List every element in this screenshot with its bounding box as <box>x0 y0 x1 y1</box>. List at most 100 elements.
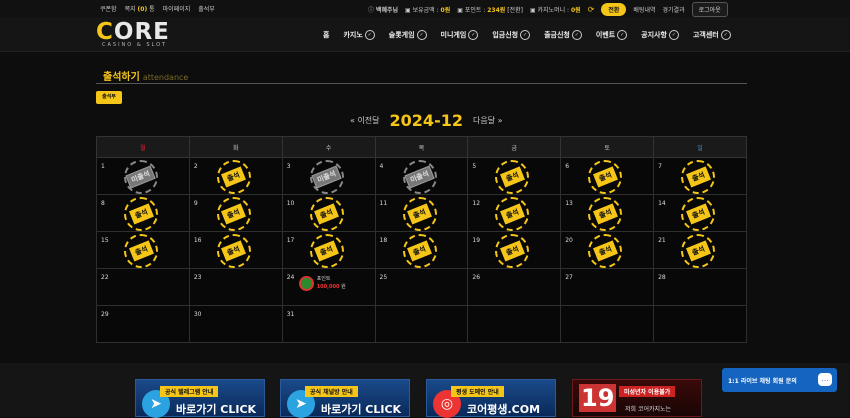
calendar-day-cell: 27 <box>560 268 655 306</box>
calendar-day-cell: 26 <box>467 268 562 306</box>
next-month-link[interactable]: 다음달 » <box>473 115 503 126</box>
calendar-day-cell: 10 출석 <box>281 194 376 232</box>
day-number: 4 <box>379 163 384 170</box>
weekday-header: 화 <box>188 136 283 158</box>
nav-item[interactable]: 공지사항 ✓ <box>641 30 679 40</box>
calendar-day-cell: 25 <box>374 268 469 306</box>
age-restriction-icon: 19 <box>579 384 617 412</box>
calendar-day-cell: 11 출석 <box>374 194 469 232</box>
nav-item[interactable]: 고객센터 ✓ <box>693 30 731 40</box>
day-number: 21 <box>658 237 666 244</box>
calendar-day-cell: 16 출석 <box>188 231 283 269</box>
banner-text: 코어평생.COM <box>467 403 541 416</box>
weekday-header: 수 <box>281 136 376 158</box>
calendar-day-cell: 30 <box>188 305 283 343</box>
attended-stamp: 출석 <box>588 197 623 231</box>
prev-month-link[interactable]: « 이전달 <box>350 115 380 126</box>
calendar-day-cell: 8 출석 <box>96 194 190 232</box>
chevron-down-icon: ✓ <box>720 30 731 40</box>
attended-stamp: 출석 <box>681 197 716 231</box>
nav-item[interactable]: 출금신청 ✓ <box>544 30 582 40</box>
attended-stamp: 출석 <box>495 234 530 268</box>
promo-banner[interactable]: ➤ 공식 텔레그램 안내 바로가기 CLICK <box>135 379 265 418</box>
calendar-day-cell: 31 <box>281 305 376 343</box>
calendar-day-cell: 19 출석 <box>467 231 562 269</box>
day-number: 3 <box>286 163 291 170</box>
month-navigator: « 이전달 2024-12 다음달 » <box>350 111 503 130</box>
day-number: 11 <box>379 200 388 207</box>
day-number: 25 <box>379 274 388 281</box>
attendance-calendar: 월화수목금토일 1 미출석 2 출석 3 미출석 4 미출석 5 출석 6 출석 7 출석 8 출석 9 출석 10… <box>96 136 747 343</box>
attended-stamp: 출석 <box>495 160 530 194</box>
refresh-icon[interactable]: ⟳ <box>588 5 595 14</box>
calendar-day-cell <box>560 305 655 343</box>
promo-banner[interactable]: ◎ 평생 도메인 안내 코어평생.COM <box>426 379 556 418</box>
chevron-down-icon: ✓ <box>617 30 628 40</box>
day-number: 26 <box>472 274 481 281</box>
nav-item[interactable]: 이벤트 ✓ <box>595 30 628 40</box>
nav-item[interactable]: 카지노 ✓ <box>343 30 375 40</box>
logout-button[interactable]: 로그아웃 <box>691 2 728 17</box>
attended-stamp: 출석 <box>402 197 437 231</box>
mypage-link[interactable]: 마이페이지 <box>163 4 191 13</box>
message-link[interactable]: 쪽지 (0) 통 <box>125 4 155 13</box>
calendar-day-cell: 9 출석 <box>188 194 283 232</box>
points-convert-link[interactable]: [전환] <box>507 7 523 14</box>
nav-item-label: 슬롯게임 <box>388 31 415 39</box>
day-number: 16 <box>193 237 202 244</box>
day-number: 6 <box>565 163 570 170</box>
nav-item[interactable]: 홈 <box>323 30 329 40</box>
nav-item[interactable]: 미니게임 ✓ <box>441 30 479 40</box>
chevron-down-icon: ✓ <box>364 30 375 40</box>
day-number: 28 <box>658 274 666 281</box>
convert-button[interactable]: 전환 <box>601 3 627 16</box>
bet-history-link[interactable]: 배팅내역 <box>633 5 655 14</box>
attendance-button[interactable]: 출석부 <box>96 91 122 104</box>
chevron-down-icon: ✓ <box>571 30 582 40</box>
weekday-header: 토 <box>560 136 655 158</box>
promo-banner[interactable]: ➤ 공식 채널방 안내 바로가기 CLICK <box>280 379 410 418</box>
nav-item[interactable]: 입금신청 ✓ <box>492 30 531 40</box>
coupon-link[interactable]: 쿠폰함 <box>100 4 117 13</box>
logo[interactable]: CORE CASINO & SLOT <box>96 21 170 49</box>
day-number: 29 <box>101 311 109 318</box>
banner-title: 미성년자 이용불가 <box>619 386 676 397</box>
day-number: 12 <box>472 200 481 207</box>
day-number: 2 <box>193 163 198 170</box>
day-number: 17 <box>286 237 295 244</box>
calendar-day-cell: 24 포인트 100,000 원 <box>281 268 376 306</box>
day-number: 18 <box>379 237 388 244</box>
attended-stamp: 출석 <box>216 197 251 231</box>
nav-item-label: 이벤트 <box>595 31 616 39</box>
user-name: ⓘ 백혜주님 <box>368 7 399 14</box>
main-nav: 홈 카지노 ✓ 슬롯게임 ✓ 미니게임 ✓ 입금신청 ✓ 출금신청 ✓ 이벤트 ✓ 공지사항 ✓ 고객센터 ✓ <box>323 30 745 40</box>
live-chat-button[interactable]: 1:1 라이브 채팅 회원 문의 … <box>722 368 837 392</box>
banner-text: 저희 코어카지노는 <box>625 406 672 413</box>
calendar-day-cell: 22 <box>96 268 190 306</box>
day-number: 24 <box>286 274 295 281</box>
day-number: 1 <box>101 163 105 170</box>
day-number: 15 <box>101 237 109 244</box>
weekday-header: 일 <box>653 136 747 158</box>
promo-banner[interactable]: 19 미성년자 이용불가저희 코어카지노는 <box>572 379 702 417</box>
calendar-day-cell: 6 출석 <box>560 157 655 195</box>
prize-reward: 포인트 100,000 원 <box>298 275 346 291</box>
money-bag-icon <box>298 275 314 291</box>
attendance-link[interactable]: 출석부 <box>198 4 215 13</box>
game-results-link[interactable]: 경기결과 <box>663 5 685 14</box>
day-number: 7 <box>658 163 662 170</box>
chevron-down-icon: ✓ <box>468 30 479 40</box>
banner-title: 평생 도메인 안내 <box>451 386 504 397</box>
chevron-down-icon: ✓ <box>520 30 531 40</box>
balance: ▣ 보유금액 : 0원 <box>405 7 451 14</box>
weekday-header: 목 <box>374 136 469 158</box>
nav-item[interactable]: 슬롯게임 ✓ <box>389 30 427 40</box>
calendar-day-cell <box>467 305 562 343</box>
nav-item-label: 미니게임 <box>440 31 467 39</box>
calendar-day-cell: 1 미출석 <box>96 157 190 195</box>
page-title: 출석하기 attendance <box>103 72 189 83</box>
calendar-day-cell: 2 출석 <box>188 157 283 195</box>
calendar-day-cell: 14 출석 <box>653 194 747 232</box>
title-divider <box>96 83 747 84</box>
missed-stamp: 미출석 <box>402 160 437 194</box>
